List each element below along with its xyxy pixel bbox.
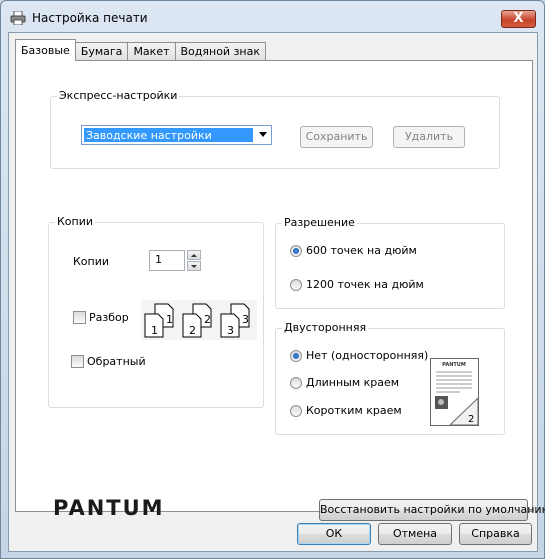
duplex-none-label: Нет (односторонняя) (306, 349, 429, 362)
tab-basic[interactable]: Базовые (15, 39, 76, 61)
collate-digit: 1 (151, 324, 158, 337)
spin-up-icon[interactable] (187, 250, 201, 260)
duplex-preview-icon: PANTUM 2 (430, 358, 479, 426)
tab-layout[interactable]: Макет (127, 42, 176, 61)
dialog-client-area: Базовые Бумага Макет Водяной знак Экспре… (8, 32, 545, 552)
reverse-checkbox[interactable] (71, 355, 84, 368)
tab-watermark[interactable]: Водяной знак (174, 42, 266, 61)
express-settings-group: Экспресс-настройки Заводские настройки С… (50, 89, 500, 169)
duplex-short-label: Коротким краем (306, 404, 402, 417)
pantum-logo: PANTUM (53, 496, 165, 520)
help-button[interactable]: Справка (459, 523, 532, 545)
copies-group: Копии Копии 1 Разбор 1 1 2 2 3 3 Обратны… (48, 215, 264, 408)
radio-600-dpi[interactable] (290, 245, 302, 257)
duplex-group-label: Двусторонняя (282, 321, 369, 334)
printer-icon (10, 11, 26, 25)
collate-label: Разбор (89, 311, 129, 324)
duplex-long-label: Длинным краем (306, 376, 400, 389)
radio-duplex-none[interactable] (290, 350, 302, 362)
collate-digit: 1 (166, 313, 173, 326)
radio-1200-dpi[interactable] (290, 279, 302, 291)
save-button[interactable]: Сохранить (300, 126, 373, 148)
title-bar[interactable]: Настройка печати X (1, 1, 544, 35)
tab-strip: Базовые Бумага Макет Водяной знак (15, 39, 266, 61)
duplex-group: Двусторонняя Нет (односторонняя) Длинным… (275, 321, 505, 435)
express-settings-selected: Заводские настройки (84, 128, 253, 142)
collate-digit: 3 (242, 313, 249, 326)
express-settings-label: Экспресс-настройки (57, 89, 180, 102)
preview-page-number: 2 (468, 414, 474, 425)
copies-stepper[interactable] (187, 250, 201, 271)
print-settings-window: Настройка печати X Базовые Бумага Макет … (0, 0, 545, 559)
spin-down-icon[interactable] (187, 261, 201, 271)
reverse-label: Обратный (87, 355, 146, 368)
collate-digit: 2 (189, 324, 196, 337)
chevron-down-icon (259, 132, 267, 137)
preview-logo-text: PANTUM (442, 362, 466, 368)
basic-tab-panel: Экспресс-настройки Заводские настройки С… (15, 60, 545, 521)
delete-button[interactable]: Удалить (393, 126, 465, 148)
resolution-1200-label: 1200 точек на дюйм (306, 278, 424, 291)
copies-input[interactable]: 1 (149, 250, 185, 271)
collate-digit: 2 (204, 313, 211, 326)
radio-duplex-short-edge[interactable] (290, 405, 302, 417)
close-button[interactable]: X (501, 10, 536, 28)
collate-checkbox[interactable] (73, 311, 86, 324)
cancel-button[interactable]: Отмена (378, 523, 452, 545)
radio-duplex-long-edge[interactable] (290, 377, 302, 389)
collate-pages-icon: 1 1 2 2 3 3 (141, 300, 257, 340)
express-settings-dropdown[interactable]: Заводские настройки (81, 125, 272, 145)
ok-button[interactable]: ОК (297, 523, 371, 545)
resolution-group: Разрешение 600 точек на дюйм 1200 точек … (275, 216, 505, 309)
copies-group-label: Копии (55, 215, 96, 228)
resolution-600-label: 600 точек на дюйм (306, 244, 417, 257)
tab-paper[interactable]: Бумага (74, 42, 129, 61)
collate-digit: 3 (227, 324, 234, 337)
restore-defaults-button[interactable]: Восстановить настройки по умолчанию (319, 499, 545, 521)
copies-label: Копии (73, 255, 110, 268)
resolution-group-label: Разрешение (282, 216, 357, 229)
window-title: Настройка печати (32, 11, 148, 25)
